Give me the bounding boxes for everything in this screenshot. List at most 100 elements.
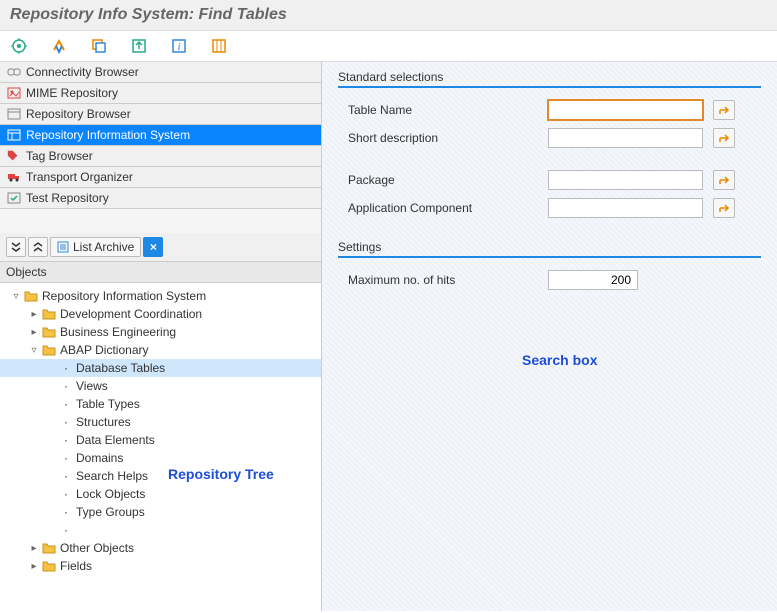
nav-item-repository-browser[interactable]: Repository Browser (0, 104, 321, 125)
list-archive-button[interactable]: List Archive (50, 237, 141, 257)
bullet-icon: · (60, 415, 72, 429)
multi-select-button[interactable] (713, 128, 735, 148)
export-icon[interactable] (130, 37, 148, 55)
tree-label: Views (76, 379, 108, 393)
short-description-input[interactable] (548, 128, 703, 148)
bullet-icon: · (60, 523, 72, 537)
search-box-annotation: Search box (522, 352, 597, 368)
bullet-icon: · (60, 379, 72, 393)
hits-label: Maximum no. of hits (348, 273, 548, 287)
tree-item[interactable]: ·Domains (0, 449, 321, 467)
collapse-icon[interactable]: ▿ (10, 291, 22, 302)
bullet-icon: · (60, 451, 72, 465)
bullet-icon: · (60, 433, 72, 447)
multi-select-button[interactable] (713, 100, 735, 120)
tree-label: Type Groups (76, 505, 145, 519)
tree-item[interactable]: · Type Groups (0, 503, 321, 521)
bullet-icon: · (60, 469, 72, 483)
tree-item[interactable]: ▸Development Coordination (0, 305, 321, 323)
folder-icon (42, 560, 56, 572)
tree-label: Database Tables (76, 361, 165, 375)
nav-label: Repository Information System (26, 128, 190, 142)
tree-label: Data Elements (76, 433, 155, 447)
max-hits-input[interactable] (548, 270, 638, 290)
tree-label: Search Helps (76, 469, 148, 483)
columns-icon[interactable] (210, 37, 228, 55)
tree-item[interactable]: ▿Repository Information System (0, 287, 321, 305)
bullet-icon: · (60, 487, 72, 501)
nav-label: Transport Organizer (26, 170, 133, 184)
multi-select-button[interactable] (713, 170, 735, 190)
folder-icon (42, 308, 56, 320)
folder-icon (42, 344, 56, 356)
standard-selections-group: Standard selections Table Name Short desc… (338, 70, 761, 222)
truck-icon (6, 170, 22, 184)
tree-item[interactable]: · Database Tables (0, 359, 321, 377)
nav-item-connectivity-browser[interactable]: Connectivity Browser (0, 62, 321, 83)
field-label: Short description (348, 131, 548, 145)
tree-item[interactable]: · Views (0, 377, 321, 395)
bullet-icon: · (60, 397, 72, 411)
group-title: Standard selections (338, 70, 761, 88)
package-input[interactable] (548, 170, 703, 190)
copy-icon[interactable] (90, 37, 108, 55)
table-name-input[interactable] (548, 100, 703, 120)
repo-icon (6, 107, 22, 121)
nav-item-tag-browser[interactable]: Tag Browser (0, 146, 321, 167)
info-icon[interactable]: i (170, 37, 188, 55)
tree-item[interactable]: ·Table Types (0, 395, 321, 413)
list-archive-label: List Archive (73, 240, 134, 254)
tree-item[interactable]: · (0, 521, 321, 539)
field-row: Short description (338, 124, 761, 152)
right-panel: Standard selections Table Name Short desc… (322, 62, 777, 611)
nav-item-mime-repository[interactable]: MIME Repository (0, 83, 321, 104)
tree-item[interactable]: ▸ Business Engineering (0, 323, 321, 341)
test-icon (6, 191, 22, 205)
folder-icon (42, 326, 56, 338)
svg-text:i: i (177, 41, 180, 53)
tree-label: ABAP Dictionary (60, 343, 148, 357)
object-tree: ▿Repository Information System▸Developme… (0, 283, 321, 611)
folder-icon (42, 542, 56, 554)
close-button[interactable]: × (143, 237, 163, 257)
expand-down-button[interactable] (6, 237, 26, 257)
mini-toolbar: List Archive × (0, 233, 321, 262)
multi-select-button[interactable] (713, 198, 735, 218)
repository-tree-annotation: Repository Tree (168, 466, 274, 482)
objects-header: Objects (0, 262, 321, 283)
tree-item[interactable]: · Data Elements (0, 431, 321, 449)
tree-item[interactable]: ▸ Other Objects (0, 539, 321, 557)
application-component-input[interactable] (548, 198, 703, 218)
tree-label: Other Objects (60, 541, 134, 555)
list-icon (57, 241, 69, 253)
tag-icon (6, 149, 22, 163)
collapse-up-button[interactable] (28, 237, 48, 257)
expand-icon[interactable]: ▸ (28, 543, 40, 554)
field-row: Table Name (338, 96, 761, 124)
bullet-icon: · (60, 361, 72, 375)
tree-item[interactable]: ▿ ABAP Dictionary (0, 341, 321, 359)
variant-icon[interactable] (50, 37, 68, 55)
execute-icon[interactable] (10, 37, 28, 55)
tree-item[interactable]: ▸Fields (0, 557, 321, 575)
nav-label: MIME Repository (26, 86, 118, 100)
nav-label: Test Repository (26, 191, 109, 205)
field-row: Package (338, 166, 761, 194)
collapse-icon[interactable]: ▿ (28, 345, 40, 356)
field-label: Application Component (348, 201, 548, 215)
bullet-icon: · (60, 505, 72, 519)
nav-item-transport-organizer[interactable]: Transport Organizer (0, 167, 321, 188)
info-icon (6, 128, 22, 142)
field-label: Package (348, 173, 548, 187)
expand-icon[interactable]: ▸ (28, 309, 40, 320)
expand-icon[interactable]: ▸ (28, 327, 40, 338)
expand-icon[interactable]: ▸ (28, 561, 40, 572)
nav-item-test-repository[interactable]: Test Repository (0, 188, 321, 209)
nav-label: Connectivity Browser (26, 65, 139, 79)
tree-label: Lock Objects (76, 487, 145, 501)
tree-item[interactable]: · Lock Objects (0, 485, 321, 503)
nav-item-repository-information-system[interactable]: Repository Information System (0, 125, 321, 146)
tree-item[interactable]: ·Structures (0, 413, 321, 431)
tree-label: Business Engineering (60, 325, 176, 339)
mime-icon (6, 86, 22, 100)
